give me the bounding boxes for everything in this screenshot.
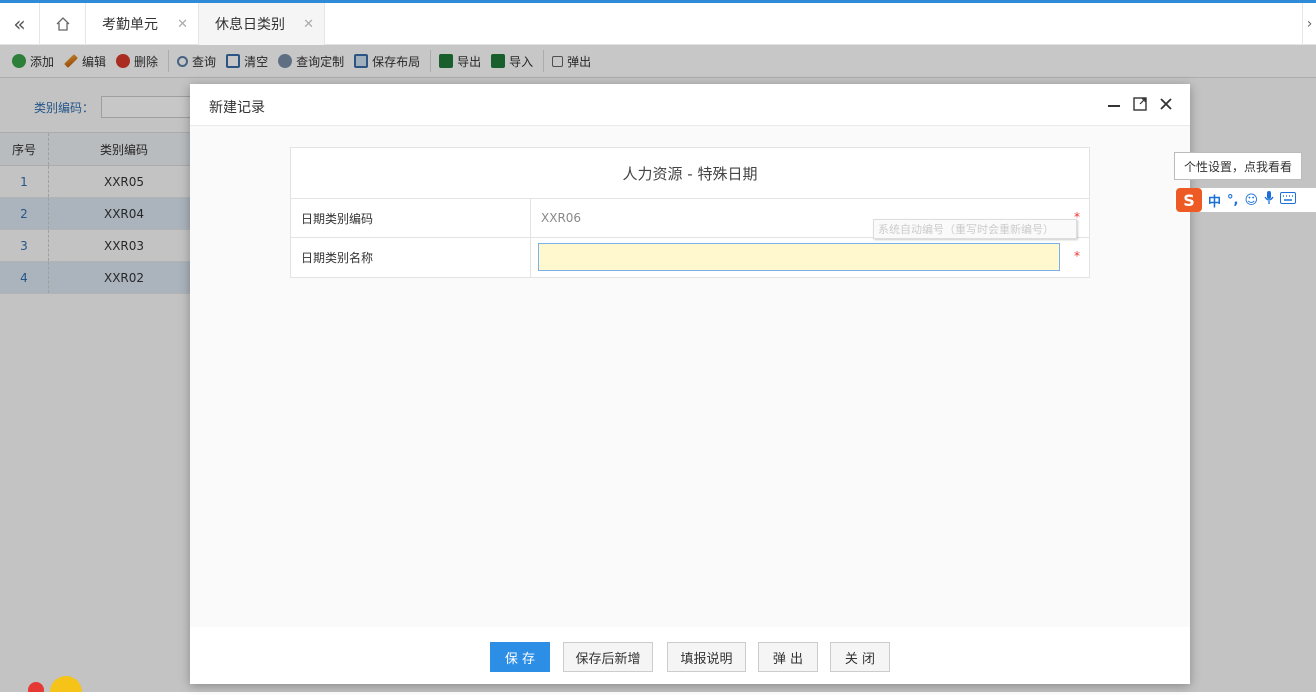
tab-attendance-unit[interactable]: 考勤单元 ✕	[86, 3, 199, 45]
minimize-icon[interactable]	[1104, 94, 1124, 114]
date-category-code-row: 日期类别编码 XXR06 系统自动编号（重写时会重新编号） *	[291, 199, 1089, 239]
home-icon[interactable]	[40, 3, 86, 45]
date-category-code-value: XXR06	[541, 211, 582, 225]
dialog-header: 新建记录	[190, 84, 1190, 126]
new-record-dialog: 新建记录 人力资源 - 特殊日期 日期类别编码 XXR06 系统自动编号（重写时…	[190, 84, 1190, 684]
tab-label: 考勤单元	[102, 17, 158, 33]
sogou-logo-icon[interactable]: S	[1176, 188, 1202, 212]
maximize-icon[interactable]	[1130, 94, 1150, 114]
mascot-decoration	[26, 668, 96, 695]
scroll-tabs-right-icon[interactable]: ›	[1302, 3, 1316, 45]
date-category-name-row: 日期类别名称 *	[291, 238, 1089, 277]
instructions-button[interactable]: 填报说明	[667, 642, 746, 672]
close-button[interactable]: 关 闭	[830, 642, 890, 672]
emoji-icon[interactable]: ☺	[1244, 193, 1258, 208]
ime-toolbar: S 中 °, ☺	[1174, 188, 1316, 212]
tab-bar: « 考勤单元 ✕ 休息日类别 ✕ ›	[0, 3, 1316, 45]
auto-number-hint: 系统自动编号（重写时会重新编号）	[873, 219, 1077, 239]
keyboard-icon[interactable]	[1280, 192, 1297, 208]
field-label: 日期类别编码	[291, 199, 531, 237]
punctuation-toggle[interactable]: °,	[1227, 193, 1238, 208]
collapse-sidebar-icon[interactable]: «	[0, 3, 40, 45]
dialog-title: 新建记录	[209, 100, 265, 116]
date-category-name-input[interactable]	[538, 243, 1060, 271]
dialog-footer: 保 存 保存后新增 填报说明 弹 出 关 闭	[190, 627, 1190, 684]
close-tab-icon[interactable]: ✕	[177, 17, 188, 32]
chinese-mode-toggle[interactable]: 中	[1208, 191, 1221, 210]
required-marker: *	[1074, 210, 1080, 224]
save-button[interactable]: 保 存	[490, 642, 550, 672]
close-tab-icon[interactable]: ✕	[303, 17, 314, 32]
popup-button[interactable]: 弹 出	[758, 642, 818, 672]
tab-label: 休息日类别	[215, 17, 285, 33]
form-title: 人力资源 - 特殊日期	[291, 148, 1089, 199]
close-icon[interactable]	[1156, 94, 1176, 114]
special-date-form: 人力资源 - 特殊日期 日期类别编码 XXR06 系统自动编号（重写时会重新编号…	[290, 147, 1090, 278]
required-marker: *	[1074, 249, 1080, 263]
field-label: 日期类别名称	[291, 238, 531, 277]
ime-tooltip: 个性设置，点我看看	[1174, 152, 1302, 180]
microphone-icon[interactable]	[1264, 191, 1274, 209]
save-and-new-button[interactable]: 保存后新增	[563, 642, 653, 672]
tab-rest-day-category[interactable]: 休息日类别 ✕	[199, 3, 325, 45]
